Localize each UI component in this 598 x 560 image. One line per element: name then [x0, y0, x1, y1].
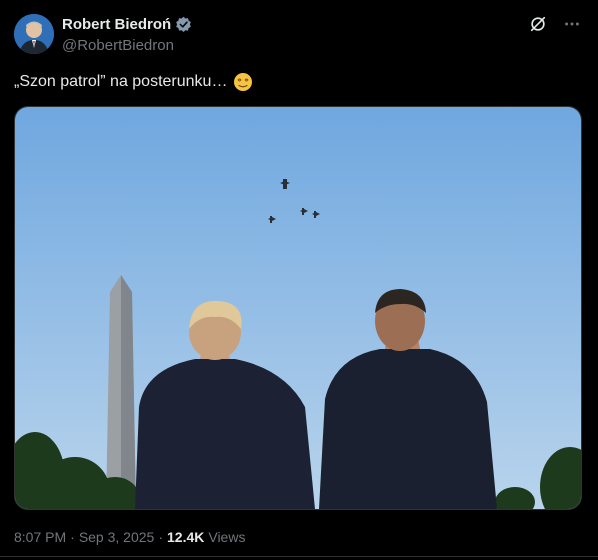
photo-scene — [15, 107, 581, 509]
divider — [0, 556, 598, 557]
top-actions — [528, 14, 582, 34]
tweet-post: Robert Biedroń @RobertBiedron „Szon patr… — [0, 0, 598, 560]
avatar-image — [14, 14, 54, 54]
meta-separator: · — [70, 529, 75, 545]
tweet-time[interactable]: 8:07 PM — [14, 529, 66, 545]
views-count: 12.4K — [167, 529, 205, 545]
meta-separator-2: · — [158, 529, 163, 545]
tweet-meta: 8:07 PM · Sep 3, 2025 · 12.4K Views — [14, 529, 245, 545]
washington-monument — [106, 275, 136, 509]
verified-badge-icon[interactable] — [175, 16, 192, 33]
more-icon[interactable] — [562, 14, 582, 34]
tweet-photo[interactable] — [14, 106, 582, 510]
author-handle[interactable]: @RobertBiedron — [62, 37, 192, 54]
author-info: Robert Biedroń @RobertBiedron — [62, 14, 192, 54]
tweet-text-content: „Szon patrol” na posterunku… — [14, 73, 228, 90]
tweet-text: „Szon patrol” na posterunku… — [14, 72, 253, 92]
author-name[interactable]: Robert Biedroń — [62, 16, 171, 33]
tweet-date[interactable]: Sep 3, 2025 — [79, 529, 155, 545]
grok-icon[interactable] — [528, 14, 548, 34]
author-name-row: Robert Biedroń — [62, 14, 192, 34]
avatar[interactable] — [14, 14, 54, 54]
views-label: Views — [208, 529, 246, 545]
face-with-spiral-eyes-emoji-icon — [233, 72, 253, 92]
